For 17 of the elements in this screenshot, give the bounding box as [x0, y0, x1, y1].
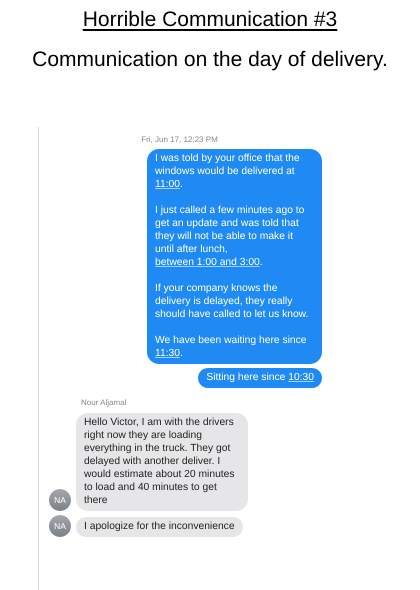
sender-name: Nour Aljamal [80, 398, 128, 408]
message-text: Sitting here since 10:30 [206, 371, 314, 384]
message-text: We have been waiting here since 11:30. [155, 334, 308, 360]
message-text: I was told by your office that the windows would be delivered at 11:00. [155, 152, 301, 191]
avatar-initials: NA [49, 489, 71, 511]
time-link[interactable]: between 1:00 and 3:00 [155, 257, 260, 268]
message-text: I just called a few minutes ago to get an update and was told that they will not be able to make it until after lunch, between 1:00 and 3:00. [155, 204, 306, 269]
avatar-initials: NA [49, 515, 71, 537]
message-timestamp: Fri, Jun 17, 12:23 PM [140, 135, 219, 145]
slide-subtitle: Communication on the day of delivery. [32, 48, 388, 72]
message-text: I apologize for the inconvenience [84, 520, 235, 533]
slide-title: Horrible Communication #3 [82, 8, 338, 32]
message-text: Hello Victor, I am with the drivers right now they are loading everything in the truck. They got delayed with another deliver. I would estimate about 20 minutes to load and 40 minutes to get there [84, 416, 236, 507]
time-link[interactable]: 11:30 [155, 348, 180, 359]
message-text: If your company knows the delivery is delayed, they really should have called to let us know. [155, 282, 310, 321]
time-link[interactable]: 11:00 [155, 179, 180, 190]
time-link[interactable]: 10:30 [288, 372, 314, 383]
